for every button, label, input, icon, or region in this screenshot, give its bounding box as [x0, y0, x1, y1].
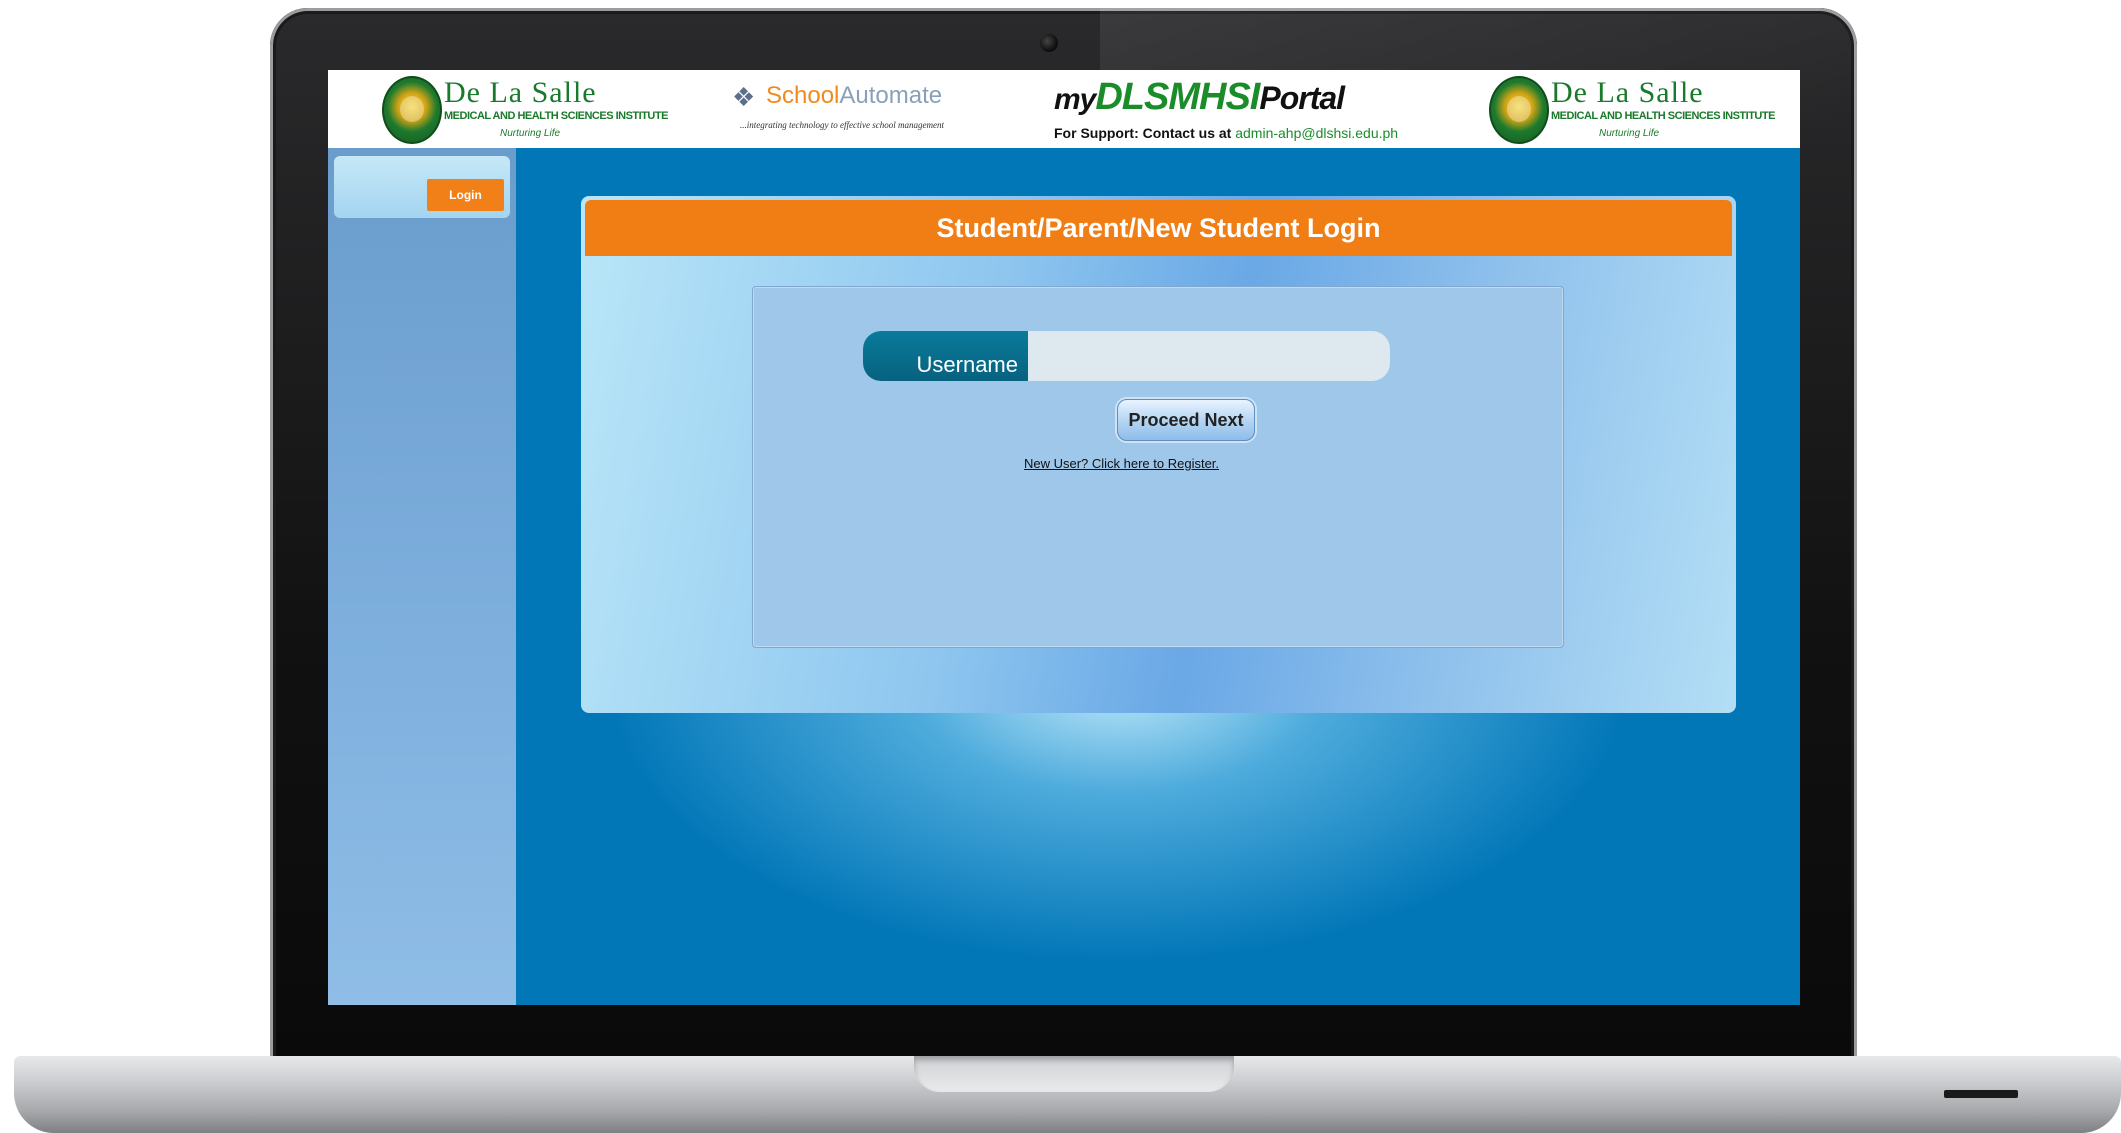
- logo-subtitle: MEDICAL AND HEALTH SCIENCES INSTITUTE: [1551, 110, 1775, 122]
- logo-subtitle: MEDICAL AND HEALTH SCIENCES INSTITUTE: [444, 110, 668, 122]
- school-seal-icon: [382, 76, 442, 144]
- logo-tagline: Nurturing Life: [500, 128, 561, 139]
- dlshsi-logo-left[interactable]: De La Salle MEDICAL AND HEALTH SCIENCES …: [382, 70, 668, 148]
- portal-title-name: DLSMHSI: [1095, 76, 1260, 118]
- diamond-grid-icon: ❖: [732, 82, 756, 112]
- logo-tagline: Nurturing Life: [1599, 128, 1660, 139]
- support-contact: For Support: Contact us at admin-ahp@dls…: [1054, 125, 1398, 141]
- school-seal-icon: [1489, 76, 1549, 144]
- support-email-link[interactable]: admin-ahp@dlshsi.edu.ph: [1235, 125, 1398, 141]
- logo-name: De La Salle: [444, 76, 597, 109]
- dlshsi-logo-right[interactable]: De La Salle MEDICAL AND HEALTH SCIENCES …: [1489, 70, 1775, 148]
- laptop-notch: [914, 1056, 1234, 1092]
- username-input[interactable]: [1028, 331, 1390, 381]
- schoolautomate-logo[interactable]: ❖ SchoolAutomate ...integrating technolo…: [732, 70, 952, 148]
- laptop-screen: De La Salle MEDICAL AND HEALTH SCIENCES …: [328, 70, 1800, 1005]
- support-label: For Support: Contact us at: [1054, 125, 1232, 141]
- schoolautomate-part2: Automate: [839, 82, 943, 109]
- portal-title-suffix: Portal: [1259, 80, 1345, 116]
- username-field: Username: [863, 331, 1390, 381]
- portal-title: myDLSMHSIPortal: [1054, 76, 1345, 119]
- portal-branding: myDLSMHSIPortal For Support: Contact us …: [1054, 70, 1398, 148]
- webcam-icon: [1040, 34, 1058, 52]
- login-form: Username Proceed Next New User? Click he…: [752, 286, 1564, 648]
- sidebar: Login: [328, 148, 516, 1005]
- portal-title-prefix: my: [1054, 83, 1096, 116]
- proceed-next-button[interactable]: Proceed Next: [1117, 399, 1255, 441]
- laptop-slot: [1944, 1090, 2018, 1098]
- schoolautomate-part1: School: [766, 82, 840, 109]
- sidebar-menu-box: Login: [334, 156, 510, 218]
- username-label: Username: [863, 331, 1028, 381]
- site-header: De La Salle MEDICAL AND HEALTH SCIENCES …: [328, 70, 1800, 148]
- login-panel: Student/Parent/New Student Login Usernam…: [581, 196, 1736, 713]
- sidebar-login-button[interactable]: Login: [427, 179, 504, 211]
- register-link[interactable]: New User? Click here to Register.: [753, 456, 1490, 471]
- login-panel-title: Student/Parent/New Student Login: [585, 200, 1732, 256]
- schoolautomate-tagline: ...integrating technology to effective s…: [740, 120, 944, 130]
- schoolautomate-name: SchoolAutomate: [766, 82, 942, 110]
- logo-name: De La Salle: [1551, 76, 1704, 109]
